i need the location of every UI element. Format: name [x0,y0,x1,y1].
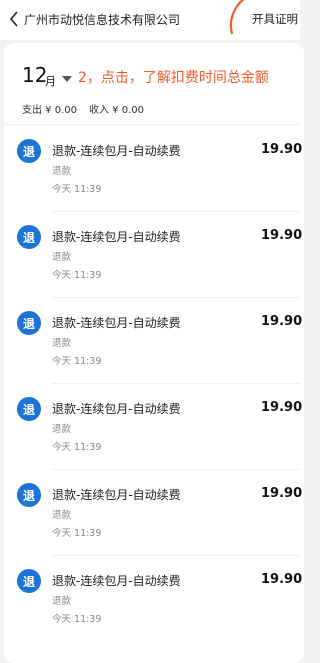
annotation-text: 2，点击，了解扣费时间总金额 [78,70,269,86]
transaction-type: 退款 [52,424,72,435]
transaction-title: 退款-连续包月-自动续费 [52,230,181,244]
income-total: 收入 ¥ 0.00 [89,105,144,116]
transaction-type: 退款 [52,596,72,607]
spend-total: 支出 ¥ 0.00 [22,105,77,116]
annotation-circle-mark [229,0,245,35]
refund-badge-icon: 退 [17,225,41,249]
page-title: 广州市动悦信息技术有限公司 [24,13,181,27]
transaction-amount: 19.90 [261,142,303,157]
transaction-row[interactable]: 退 退款-连续包月-自动续费 19.90 退款 今天 11:39 [0,386,303,472]
transaction-row[interactable]: 退 退款-连续包月-自动续费 19.90 退款 今天 11:39 [0,214,303,300]
refund-badge-icon: 退 [17,483,41,507]
transaction-type: 退款 [52,338,72,349]
transaction-time: 今天 11:39 [52,184,102,195]
transaction-type: 退款 [52,510,72,521]
transaction-title: 退款-连续包月-自动续费 [52,316,181,330]
transaction-amount: 19.90 [261,486,303,501]
transaction-row[interactable]: 退 退款-连续包月-自动续费 19.90 退款 今天 11:39 [0,128,303,214]
row-divider [52,211,300,212]
transaction-time: 今天 11:39 [52,270,102,281]
row-divider [52,469,300,470]
row-divider [52,383,300,384]
transaction-title: 退款-连续包月-自动续费 [52,402,181,416]
top-bar: 广州市动悦信息技术有限公司 开具证明 [0,0,300,40]
transaction-row[interactable]: 退 退款-连续包月-自动续费 19.90 退款 今天 11:39 [0,472,303,558]
transaction-amount: 19.90 [261,400,303,415]
transaction-time: 今天 11:39 [52,528,102,539]
transaction-row[interactable]: 退 退款-连续包月-自动续费 19.90 退款 今天 11:39 [0,558,303,644]
refund-badge-icon: 退 [17,311,41,335]
transaction-title: 退款-连续包月-自动续费 [52,488,181,502]
transaction-amount: 19.90 [261,228,303,243]
divider [4,124,300,125]
transaction-time: 今天 11:39 [52,442,102,453]
transaction-title: 退款-连续包月-自动续费 [52,144,181,158]
row-divider [52,297,300,298]
month-selector[interactable]: 12 [22,63,47,87]
transaction-amount: 19.90 [261,314,303,329]
transaction-time: 今天 11:39 [52,614,102,625]
row-divider [52,555,300,556]
refund-badge-icon: 退 [17,139,41,163]
dropdown-triangle-icon[interactable] [62,76,72,82]
month-unit-label: 月 [45,75,56,88]
transaction-type: 退款 [52,252,72,263]
transaction-title: 退款-连续包月-自动续费 [52,574,181,588]
transaction-time: 今天 11:39 [52,356,102,367]
refund-badge-icon: 退 [17,569,41,593]
transaction-amount: 19.90 [261,572,303,587]
transaction-type: 退款 [52,166,72,177]
back-arrow-icon[interactable] [4,6,26,32]
transaction-row[interactable]: 退 退款-连续包月-自动续费 19.90 退款 今天 11:39 [0,300,303,386]
refund-badge-icon: 退 [17,397,41,421]
